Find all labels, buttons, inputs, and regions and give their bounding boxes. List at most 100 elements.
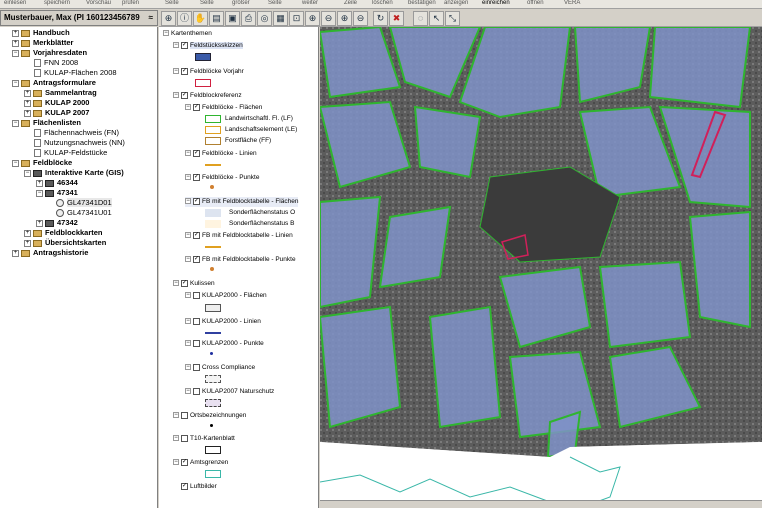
stop-icon[interactable]: ✖ [389, 11, 404, 26]
tree-item-antragshistorie[interactable]: + Antragshistorie [12, 248, 88, 258]
layer-feldbloecke-vorjahr[interactable]: − ✓ Feldblöcke Vorjahr [173, 67, 244, 77]
expand-icon[interactable]: + [24, 229, 31, 237]
layer-checkbox[interactable]: ✓ [181, 482, 188, 490]
collapse-icon[interactable]: − [12, 79, 19, 87]
collapse-icon[interactable]: ≈ [149, 11, 153, 25]
toolbar-bestaetigen[interactable]: bestätigen [408, 0, 436, 6]
layers-icon[interactable]: ▤ [209, 11, 224, 26]
toolbar-weiter[interactable]: weiter [302, 0, 318, 6]
field-block[interactable] [320, 195, 382, 309]
layer-checkbox[interactable]: ✓ [181, 279, 188, 287]
collapse-icon[interactable]: − [12, 159, 19, 167]
pointer-icon[interactable]: ↖ [429, 11, 444, 26]
collapse-icon[interactable]: − [173, 280, 179, 287]
zoom-out-icon[interactable]: ⊖ [321, 11, 336, 26]
layer-kulap2000-flaechen[interactable]: − KULAP2000 - Flächen [185, 291, 267, 301]
layer-kulap2007-naturschutz[interactable]: − KULAP2007 Naturschutz [185, 387, 274, 397]
tree-item-uebersichtskarten[interactable]: + Übersichtskarten [24, 238, 106, 248]
toolbar-einlesen[interactable]: einlesen [4, 0, 26, 6]
measure-icon[interactable]: ⤡ [445, 11, 460, 26]
expand-icon[interactable]: + [24, 99, 31, 107]
layer-amtsgrenzen[interactable]: − ✓ Amtsgrenzen [173, 458, 228, 468]
info-icon[interactable]: ⓘ [177, 11, 192, 26]
tree-item-gl47341d01[interactable]: GL47341D01 [56, 198, 112, 208]
collapse-icon[interactable]: − [163, 30, 169, 37]
toolbar-zeile[interactable]: Zeile [344, 0, 357, 6]
tree-item-sammelantrag[interactable]: + Sammelantrag [24, 88, 97, 98]
collapse-icon[interactable]: − [173, 92, 179, 99]
layer-checkbox[interactable]: ✓ [181, 67, 188, 75]
field-block[interactable] [378, 205, 452, 289]
layer-checkbox[interactable]: ✓ [181, 91, 188, 99]
tree-item-antragsformulare[interactable]: − Antragsformulare [12, 78, 96, 88]
tree-item-feldblockkarten[interactable]: + Feldblockkarten [24, 228, 103, 238]
toolbar-oeffnen[interactable]: öffnen [527, 0, 544, 6]
tree-item-47342[interactable]: +47342 [36, 218, 78, 228]
collapse-icon[interactable]: − [173, 42, 179, 49]
save-map-icon[interactable]: ▣ [225, 11, 240, 26]
collapse-icon[interactable]: − [173, 412, 179, 419]
tree-item-merkblaetter[interactable]: + Merkblätter [12, 38, 73, 48]
tree-item-flaechenlisten[interactable]: − Flächenlisten [12, 118, 81, 128]
toolbar-seite-1[interactable]: Seite [165, 0, 179, 6]
layer-checkbox[interactable] [193, 387, 200, 395]
collapse-icon[interactable]: − [36, 189, 43, 197]
collapse-icon[interactable]: − [185, 150, 191, 157]
layer-kulissen[interactable]: − ✓ Kulissen [173, 279, 215, 289]
field-block[interactable] [320, 305, 402, 429]
tree-item-kulap-flaechen-2008[interactable]: KULAP-Flächen 2008 [34, 68, 117, 78]
collapse-icon[interactable]: − [185, 340, 191, 347]
expand-icon[interactable]: + [12, 249, 19, 257]
tree-item-kulap-feldstuecke[interactable]: KULAP-Feldstücke [34, 148, 107, 158]
tree-item-gl47341u01[interactable]: GL47341U01 [56, 208, 112, 218]
lasso-icon[interactable]: ◌ [413, 11, 428, 26]
toolbar-groesser[interactable]: größer [232, 0, 250, 6]
layer-checkbox[interactable] [181, 411, 188, 419]
collapse-icon[interactable]: − [12, 119, 19, 127]
layer-checkbox[interactable]: ✓ [193, 173, 200, 181]
collapse-icon[interactable]: − [185, 232, 191, 239]
zoom-in-box-icon[interactable]: ⊕ [337, 11, 352, 26]
layer-fb-linien[interactable]: − ✓ Feldblöcke - Linien [185, 149, 257, 159]
toolbar-anzeigen[interactable]: anzeigen [444, 0, 468, 6]
collapse-icon[interactable]: − [185, 198, 191, 205]
tree-item-nutzungsnachweis[interactable]: Nutzungsnachweis (NN) [34, 138, 125, 148]
layer-checkbox[interactable]: ✓ [193, 231, 200, 239]
zoom-out-box-icon[interactable]: ⊖ [353, 11, 368, 26]
toolbar-vorschau[interactable]: Vorschau [86, 0, 111, 6]
tree-item-47341[interactable]: −47341 [36, 188, 78, 198]
refresh-icon[interactable]: ↻ [373, 11, 388, 26]
layer-fb-flaechen[interactable]: − ✓ Feldblöcke - Flächen [185, 103, 262, 113]
layer-feldblockreferenz[interactable]: − ✓ Feldblockreferenz [173, 91, 242, 101]
layer-kulap2000-linien[interactable]: − KULAP2000 - Linien [185, 317, 261, 327]
print-icon[interactable]: ⎙ [241, 11, 256, 26]
field-block[interactable] [598, 260, 692, 349]
collapse-icon[interactable]: − [173, 459, 179, 466]
map-canvas[interactable] [320, 27, 762, 508]
layer-ortsbezeichnungen[interactable]: − Ortsbezeichnungen [173, 411, 246, 421]
collapse-icon[interactable]: − [185, 104, 191, 111]
layer-fb-punkte[interactable]: − ✓ Feldblöcke - Punkte [185, 173, 259, 183]
zoom-in-icon[interactable]: ⊕ [305, 11, 320, 26]
field-block[interactable] [413, 105, 482, 179]
tree-item-vorjahresdaten[interactable]: − Vorjahresdaten [12, 48, 87, 58]
collapse-icon[interactable]: − [185, 318, 191, 325]
map-icon[interactable]: ▦ [273, 11, 288, 26]
layer-t10-kartenblatt[interactable]: − T10-Kartenblatt [173, 434, 235, 444]
collapse-icon[interactable]: − [24, 169, 31, 177]
field-block[interactable] [648, 27, 752, 109]
expand-icon[interactable]: + [36, 219, 43, 227]
tree-item-feldbloecke[interactable]: − Feldblöcke [12, 158, 72, 168]
toolbar-speichern[interactable]: speichern [44, 0, 70, 6]
expand-icon[interactable]: + [24, 239, 31, 247]
aerial-map[interactable] [320, 27, 762, 508]
layer-checkbox[interactable] [193, 291, 200, 299]
expand-icon[interactable]: + [24, 109, 31, 117]
collapse-icon[interactable]: − [12, 49, 19, 57]
field-block[interactable] [688, 210, 751, 329]
field-block[interactable] [428, 305, 502, 429]
tree-item-flaechennachweis[interactable]: Flächennachweis (FN) [34, 128, 119, 138]
layer-checkbox[interactable] [181, 434, 188, 442]
tree-item-46344[interactable]: +46344 [36, 178, 78, 188]
layer-luftbilder[interactable]: ✓ Luftbilder [173, 482, 217, 492]
